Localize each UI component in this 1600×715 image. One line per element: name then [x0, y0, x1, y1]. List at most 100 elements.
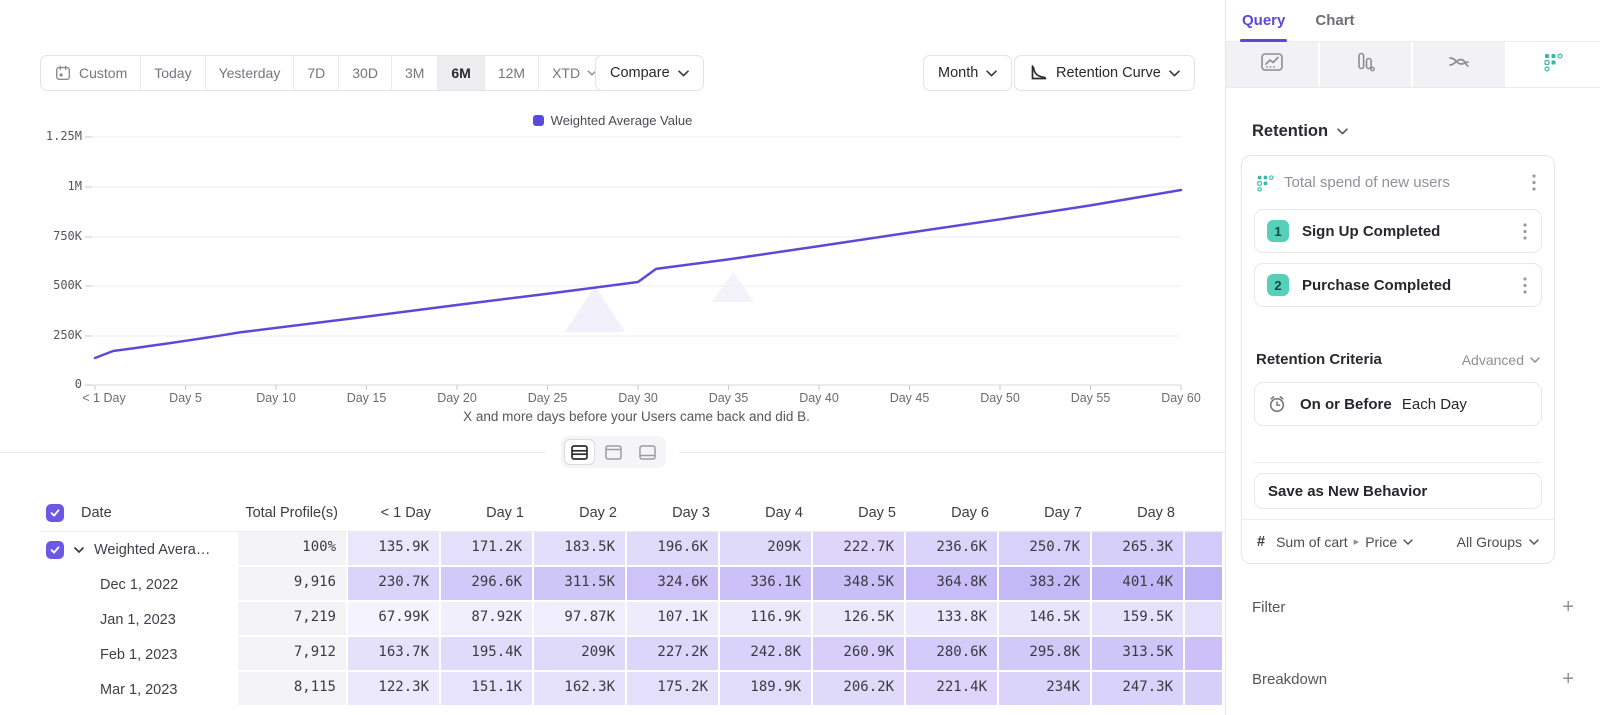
panel-tab-chart[interactable]: Chart	[1315, 0, 1354, 41]
criteria-timing-control[interactable]: On or Before Each Day	[1254, 382, 1542, 426]
layout-toggle-table-only[interactable]	[632, 439, 663, 465]
chart-type-button[interactable]: Retention Curve	[1014, 55, 1195, 91]
criteria-mode-dropdown[interactable]: Advanced	[1462, 352, 1540, 368]
chevron-down-icon	[1337, 128, 1348, 135]
layout-toggle-group	[561, 436, 666, 468]
check-icon	[49, 544, 61, 556]
table-cell-value: 209K	[720, 532, 813, 567]
layout-toggle-chart-only[interactable]	[598, 439, 629, 465]
panel-tab-query[interactable]: Query	[1242, 0, 1285, 41]
table-cell-value: 221.4K	[906, 672, 999, 707]
add-filter-row[interactable]: Filter+	[1252, 592, 1574, 622]
compare-button[interactable]: Compare	[595, 55, 704, 91]
criteria-mode-label: Advanced	[1462, 352, 1524, 368]
funnels-bar-chart-icon	[1354, 52, 1376, 77]
weighted-average-line[interactable]	[95, 190, 1181, 358]
groups-label: All Groups	[1457, 534, 1522, 550]
range-yesterday[interactable]: Yesterday	[206, 56, 295, 90]
table-cell-date: Weighted Average ...	[40, 532, 238, 567]
range-6m[interactable]: 6M	[438, 56, 484, 90]
table-cell-value: 122.3K	[348, 672, 441, 707]
event-menu-button[interactable]	[1519, 275, 1531, 296]
table-cell-value: 133.8K	[906, 602, 999, 637]
table-cell-partial	[1185, 532, 1222, 567]
plus-icon[interactable]: +	[1562, 669, 1574, 689]
icon-tab-funnels-bar-chart[interactable]	[1320, 42, 1414, 87]
granularity-button[interactable]: Month	[923, 55, 1012, 91]
checkbox-checked[interactable]	[46, 541, 64, 559]
range-today[interactable]: Today	[141, 56, 205, 90]
table-cell-value: 234K	[999, 672, 1092, 707]
column-header: Day 3	[627, 494, 720, 532]
icon-tab-flows[interactable]	[1413, 42, 1507, 87]
measure-dropdown[interactable]: Sum of cart ▸ Price	[1276, 534, 1446, 550]
range-7d[interactable]: 7D	[294, 56, 339, 90]
table-cell-date: Jan 1, 2023	[40, 602, 238, 637]
table-cell-value: 126.5K	[813, 602, 906, 637]
date-range-selector: CustomTodayYesterday7D30D3M6M12MXTD	[40, 55, 611, 91]
chevron-down-icon	[678, 70, 689, 77]
table-cell-value: 222.7K	[813, 532, 906, 567]
chevron-down-icon	[1530, 357, 1540, 363]
table-row[interactable]: Jan 1, 20237,21967.99K87.92K97.87K107.1K…	[40, 602, 1225, 637]
column-header: Day 6	[906, 494, 999, 532]
kebab-icon	[1532, 174, 1536, 191]
report-type-dropdown[interactable]: Retention	[1252, 122, 1348, 141]
measure-label: Sum of cart	[1276, 534, 1348, 550]
table-cell-value: 295.8K	[999, 637, 1092, 672]
expand-chevron-icon[interactable]	[74, 547, 84, 553]
table-cell-value: 296.6K	[441, 567, 534, 602]
retention-line-chart[interactable]	[0, 125, 1225, 415]
table-cell-value: 107.1K	[627, 602, 720, 637]
plus-icon[interactable]: +	[1562, 597, 1574, 617]
icon-tab-insights-line-chart[interactable]	[1226, 42, 1320, 87]
table-cell-profiles: 7,219	[238, 602, 348, 637]
column-header: Day 1	[441, 494, 534, 532]
x-axis-caption: X and more days before your Users came b…	[92, 409, 1181, 424]
table-cell-value: 135.9K	[348, 532, 441, 567]
table-row[interactable]: Weighted Average ...100%135.9K171.2K183.…	[40, 532, 1225, 567]
table-cell-partial	[1185, 672, 1222, 707]
layout-toggle-split-view[interactable]	[564, 439, 595, 465]
table-cell-value: 364.8K	[906, 567, 999, 602]
range-3m[interactable]: 3M	[392, 56, 438, 90]
behavior-event-list: 1Sign Up Completed 2 Purchase Completed	[1242, 209, 1554, 307]
calendar-icon	[54, 64, 72, 82]
y-tick-label: 500K	[0, 278, 82, 292]
column-header: Day 4	[720, 494, 813, 532]
table-cell-value: 151.1K	[441, 672, 534, 707]
table-row[interactable]: Dec 1, 20229,916230.7K296.6K311.5K324.6K…	[40, 567, 1225, 602]
chevron-down-icon	[1529, 539, 1539, 545]
split-view-icon	[571, 445, 588, 460]
column-header: < 1 Day	[348, 494, 441, 532]
add-breakdown-row[interactable]: Breakdown+	[1252, 664, 1574, 694]
icon-tab-retention[interactable]	[1507, 42, 1600, 87]
table-cell-profiles: 9,916	[238, 567, 348, 602]
range-30d[interactable]: 30D	[339, 56, 392, 90]
table-cell-value: 189.9K	[720, 672, 813, 707]
chevron-down-icon	[1403, 539, 1413, 545]
checkbox-checked[interactable]	[46, 504, 64, 522]
event-label: Purchase Completed	[1302, 277, 1506, 294]
table-cell-value: 209K	[534, 637, 627, 672]
event-index-badge: 2	[1267, 274, 1289, 296]
behavior-menu-button[interactable]	[1528, 172, 1540, 193]
panel-tabs: Query Chart	[1226, 0, 1600, 42]
event-row-sign-up-completed[interactable]: 1Sign Up Completed	[1254, 209, 1542, 253]
table-cell-profiles: 7,912	[238, 637, 348, 672]
save-as-new-behavior-button[interactable]: Save as New Behavior	[1254, 473, 1542, 509]
table-row[interactable]: Feb 1, 20237,912163.7K195.4K209K227.2K24…	[40, 637, 1225, 672]
groups-dropdown[interactable]: All Groups	[1457, 534, 1539, 550]
table-header-row: DateTotal Profile(s)< 1 DayDay 1Day 2Day…	[40, 494, 1225, 532]
table-cell-value: 171.2K	[441, 532, 534, 567]
range-12m[interactable]: 12M	[485, 56, 539, 90]
watermark-triangle	[712, 272, 754, 302]
table-cell-value: 265.3K	[1092, 532, 1185, 567]
event-menu-button[interactable]	[1519, 221, 1531, 242]
event-row-purchase-completed[interactable]: 2 Purchase Completed	[1254, 263, 1542, 307]
table-row[interactable]: Mar 1, 20238,115122.3K151.1K162.3K175.2K…	[40, 672, 1225, 707]
table-cell-value: 230.7K	[348, 567, 441, 602]
granularity-label: Month	[938, 65, 978, 81]
watermark-triangle	[565, 286, 625, 332]
range-custom[interactable]: Custom	[41, 56, 141, 90]
